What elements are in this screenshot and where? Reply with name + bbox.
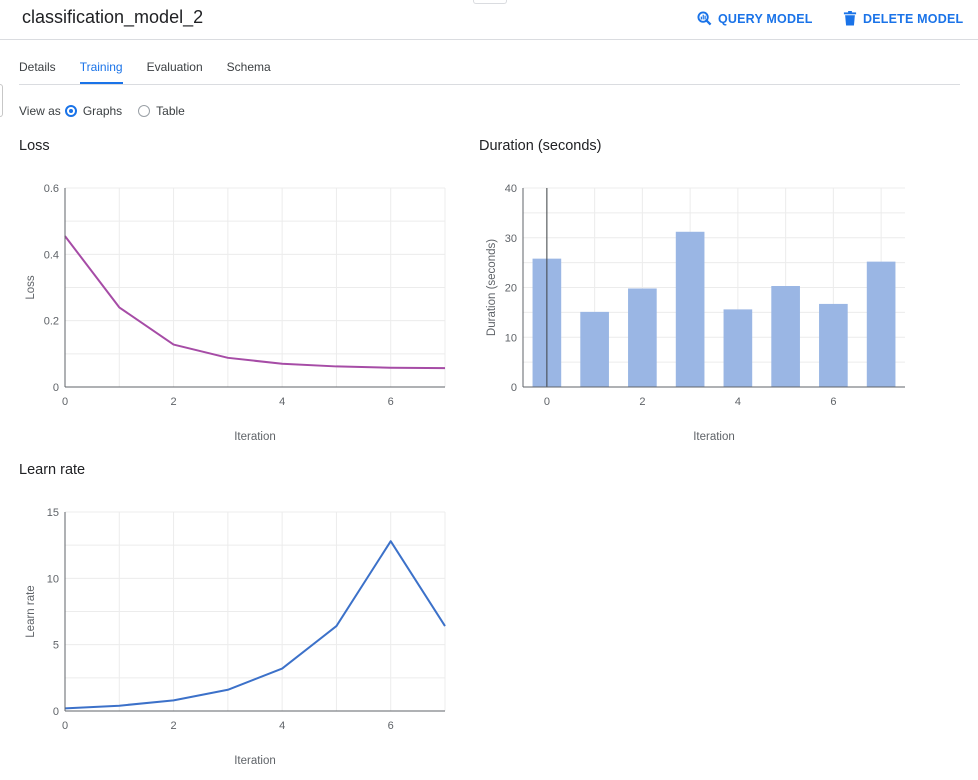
y-tick-label: 40 (505, 183, 517, 195)
y-tick-label: 0 (53, 706, 59, 718)
x-tick-label: 2 (171, 396, 177, 408)
x-axis-label: Iteration (234, 755, 276, 767)
bar (675, 231, 705, 387)
view-as-table-option[interactable]: Table (134, 104, 185, 118)
graphs-radio[interactable] (64, 105, 77, 117)
table-radio[interactable] (138, 105, 151, 117)
tab-training[interactable]: Training (79, 60, 123, 84)
view-as-graphs-option[interactable]: Graphs (61, 104, 122, 118)
query-model-button[interactable]: QUERY MODEL (697, 11, 813, 26)
y-tick-label: 10 (47, 573, 59, 585)
y-tick-label: 10 (505, 332, 517, 344)
learn-rate-chart: 0 5 10 15 0 2 4 6 Iteration Learn rate (25, 507, 446, 767)
y-tick-label: 0.4 (44, 249, 59, 261)
page-title: classification_model_2 (22, 7, 204, 27)
tab-divider (19, 84, 960, 85)
graphs-label: Graphs (82, 104, 123, 118)
x-axis-label: Iteration (234, 431, 276, 443)
delete-model-button[interactable]: DELETE MODEL (843, 11, 963, 26)
x-tick-label: 6 (388, 396, 394, 408)
side-panel-handle[interactable] (0, 84, 3, 117)
tab-details[interactable]: Details (19, 60, 56, 84)
x-tick-label: 4 (279, 720, 285, 732)
x-tick-label: 6 (388, 720, 394, 732)
y-tick-label: 0 (53, 382, 59, 394)
y-tick-label: 15 (47, 507, 59, 519)
x-tick-label: 2 (639, 396, 645, 408)
header-divider (0, 39, 978, 40)
y-tick-label: 0 (511, 382, 517, 394)
tab-schema[interactable]: Schema (227, 60, 271, 84)
y-tick-label: 0.2 (44, 316, 59, 328)
series-line (64, 235, 446, 370)
bar (580, 311, 609, 387)
bar (819, 303, 848, 387)
y-axis-label: Loss (25, 275, 37, 300)
bar (771, 286, 800, 387)
x-tick-label: 0 (62, 396, 68, 408)
panel-resize-handle[interactable] (473, 0, 507, 4)
y-tick-label: 0.6 (44, 183, 59, 195)
series-line (64, 540, 446, 710)
query-model-label: QUERY MODEL (718, 11, 813, 26)
x-tick-label: 4 (279, 396, 285, 408)
query-model-icon (697, 11, 712, 26)
bar (723, 309, 753, 387)
view-as-group: View as Graphs Table (19, 104, 197, 118)
trash-icon (843, 11, 857, 26)
view-as-label: View as (19, 104, 61, 118)
tab-evaluation[interactable]: Evaluation (147, 60, 203, 84)
duration-chart: 0 10 20 30 40 0 2 4 6 Iteration Duration (seconds) (486, 183, 905, 443)
x-tick-label: 4 (735, 396, 741, 408)
x-axis-label: Iteration (693, 431, 735, 443)
loss-chart-title: Loss (19, 138, 50, 154)
x-tick-label: 0 (544, 396, 550, 408)
y-tick-label: 5 (53, 640, 59, 652)
y-axis-label: Duration (seconds) (486, 239, 498, 336)
y-tick-label: 20 (505, 283, 517, 295)
bar (866, 261, 896, 387)
y-axis-label: Learn rate (25, 585, 37, 637)
bar (628, 288, 657, 387)
x-tick-label: 0 (62, 720, 68, 732)
learn-rate-chart-title: Learn rate (19, 462, 86, 478)
duration-chart-title: Duration (seconds) (479, 138, 602, 154)
tab-bar: Details Training Evaluation Schema (19, 60, 295, 84)
loss-chart: 0 0.2 0.4 0.6 0 2 4 6 Iteration Loss (25, 183, 446, 443)
x-tick-label: 6 (830, 396, 836, 408)
delete-model-label: DELETE MODEL (863, 11, 964, 26)
y-tick-label: 30 (505, 233, 517, 245)
table-label: Table (156, 104, 185, 118)
x-tick-label: 2 (171, 720, 177, 732)
